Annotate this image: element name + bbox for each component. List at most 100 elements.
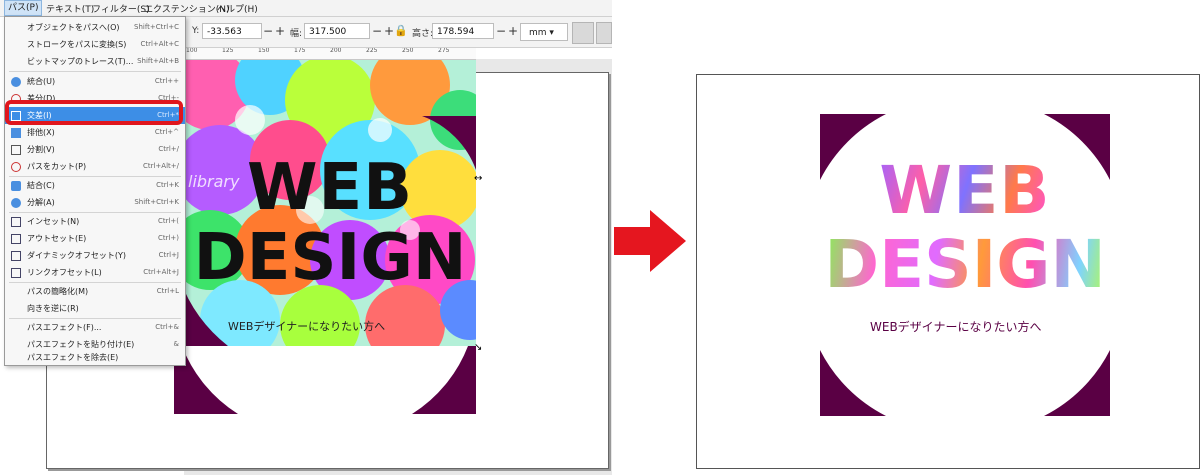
menu-item-shortcut: Shift+Alt+B — [137, 57, 179, 65]
menu-item-label: パスエフェクトを除去(E) — [27, 353, 119, 362]
exclusion-icon — [11, 128, 21, 138]
unit-select[interactable]: mm ▾ — [520, 23, 568, 41]
menu-item-shortcut: Ctrl+Alt+C — [140, 40, 179, 48]
unit-value: mm — [529, 28, 547, 38]
menu-item-label: 結合(C) — [27, 181, 55, 190]
division-icon — [11, 145, 21, 155]
menu-item-shortcut: Ctrl+K — [156, 181, 179, 189]
menu-item-label: ビットマップのトレース(T)... — [27, 57, 134, 66]
highlight-box-intersection — [5, 100, 183, 125]
design-bottom-corners — [174, 346, 476, 414]
outset-icon — [11, 234, 21, 244]
design-title-line2: DESIGN — [193, 221, 467, 295]
ruler-tick: 100 — [186, 47, 198, 54]
y-decrement-button[interactable]: − — [262, 23, 274, 39]
y-increment-button[interactable]: + — [274, 23, 286, 39]
ruler-tick: 225 — [366, 47, 378, 54]
tool-controls-bar: Y: -33.563 − + 幅: 317.500 − + 🔒 高さ: 178.… — [184, 17, 612, 48]
selection-handle-corner[interactable]: ↘ — [474, 342, 482, 353]
menu-item-trace-bitmap[interactable]: ビットマップのトレース(T)... Shift+Alt+B — [5, 53, 185, 70]
menu-item-simplify[interactable]: パスの簡略化(M) Ctrl+L — [5, 283, 185, 300]
ruler-tick: 275 — [438, 47, 450, 54]
menu-item-outset[interactable]: アウトセット(E) Ctrl+) — [5, 230, 185, 247]
menu-filters[interactable]: フィルター(S) — [92, 2, 150, 15]
menu-item-shortcut: Ctrl+( — [157, 217, 179, 225]
menu-item-label: 統合(U) — [27, 77, 56, 86]
menu-item-division[interactable]: 分割(V) Ctrl+/ — [5, 141, 185, 158]
menu-help[interactable]: ヘルプ(H) — [217, 2, 258, 15]
menu-item-shortcut: Ctrl+/ — [158, 145, 179, 153]
result-title-line2: DESIGN — [820, 232, 1110, 298]
transform-option-icon-2[interactable] — [596, 22, 612, 44]
menu-item-shortcut: Shift+Ctrl+C — [134, 23, 179, 31]
menu-item-label: 排他(X) — [27, 128, 55, 137]
menu-item-label: インセット(N) — [27, 217, 80, 226]
selection-handle-right[interactable]: ↔ — [474, 173, 482, 184]
menu-item-shortcut: Ctrl+J — [158, 251, 179, 259]
design-title-line1: WEB — [246, 151, 414, 225]
inset-icon — [11, 217, 21, 227]
menu-item-shortcut: Ctrl+L — [156, 287, 179, 295]
horizontal-ruler: 100 125 150 175 200 225 250 275 — [184, 47, 476, 60]
width-input[interactable]: 317.500 — [304, 23, 370, 39]
menu-item-shortcut: Ctrl+^ — [154, 128, 179, 136]
height-label: 高さ: — [412, 29, 434, 39]
menu-item-shortcut: Ctrl+) — [157, 234, 179, 242]
result-title-line1: WEB — [820, 158, 1110, 224]
menu-item-label: ストロークをパスに変換(S) — [27, 40, 127, 49]
menu-item-linked-offset[interactable]: リンクオフセット(L) Ctrl+Alt+J — [5, 264, 185, 281]
menu-item-label: オブジェクトをパスへ(O) — [27, 23, 120, 32]
combine-icon — [11, 181, 21, 191]
menu-item-break-apart[interactable]: 分解(A) Shift+Ctrl+K — [5, 194, 185, 211]
height-input[interactable]: 178.594 — [432, 23, 494, 39]
ruler-tick: 125 — [222, 47, 234, 54]
menu-item-shortcut: Ctrl++ — [154, 77, 179, 85]
y-label: Y: — [192, 26, 200, 36]
menu-item-label: アウトセット(E) — [27, 234, 87, 243]
menu-item-path-effects[interactable]: パスエフェクト(F)... Ctrl+& — [5, 319, 185, 336]
menu-item-union[interactable]: 統合(U) Ctrl++ — [5, 73, 185, 90]
linked-offset-icon — [11, 268, 21, 278]
cut-path-icon — [11, 162, 21, 172]
menu-item-inset[interactable]: インセット(N) Ctrl+( — [5, 213, 185, 230]
menu-item-label: パスエフェクト(F)... — [27, 323, 102, 332]
menu-item-label: 分解(A) — [27, 198, 55, 207]
result-subtitle: WEBデザイナーになりたい方へ — [870, 320, 1042, 334]
height-decrement-button[interactable]: − — [495, 23, 507, 39]
menu-item-shortcut: Ctrl+Alt+J — [143, 268, 179, 276]
menu-item-shortcut: Ctrl+& — [155, 323, 179, 331]
menu-item-shortcut: Shift+Ctrl+K — [134, 198, 179, 206]
width-decrement-button[interactable]: − — [371, 23, 383, 39]
menu-item-reverse[interactable]: 向きを逆に(R) — [5, 300, 185, 317]
menu-item-cut-path[interactable]: パスをカット(P) Ctrl+Alt+/ — [5, 158, 185, 175]
arrow-right-icon — [614, 210, 686, 272]
lock-icon[interactable]: 🔒 — [394, 24, 408, 40]
menu-item-label: パスの簡略化(M) — [27, 287, 89, 296]
design-subtitle: WEBデザイナーになりたい方へ — [228, 320, 386, 333]
union-icon — [11, 77, 21, 87]
width-label: 幅: — [290, 29, 303, 39]
transform-option-icon[interactable] — [572, 22, 594, 44]
ruler-tick: 150 — [258, 47, 270, 54]
menu-path[interactable]: パス(P) — [4, 0, 43, 16]
menu-separator — [9, 71, 181, 72]
menu-item-exclusion[interactable]: 排他(X) Ctrl+^ — [5, 124, 185, 141]
ruler-tick: 200 — [330, 47, 342, 54]
menu-item-combine[interactable]: 結合(C) Ctrl+K — [5, 177, 185, 194]
menu-item-object-to-path[interactable]: オブジェクトをパスへ(O) Shift+Ctrl+C — [5, 19, 185, 36]
y-input[interactable]: -33.563 — [202, 23, 262, 39]
ruler-tick: 175 — [294, 47, 306, 54]
menu-item-label: パスをカット(P) — [27, 162, 87, 171]
menu-item-dynamic-offset[interactable]: ダイナミックオフセット(Y) Ctrl+J — [5, 247, 185, 264]
dynamic-offset-icon — [11, 251, 21, 261]
ruler-tick: 250 — [402, 47, 414, 54]
menu-item-label: 向きを逆に(R) — [27, 304, 79, 313]
break-apart-icon — [11, 198, 21, 208]
menu-item-remove-path-effect[interactable]: パスエフェクトを除去(E) — [5, 351, 185, 365]
path-menu-dropdown: オブジェクトをパスへ(O) Shift+Ctrl+C ストロークをパスに変換(S)… — [4, 16, 186, 366]
menu-item-stroke-to-path[interactable]: ストロークをパスに変換(S) Ctrl+Alt+C — [5, 36, 185, 53]
height-increment-button[interactable]: + — [507, 23, 519, 39]
menubar: パス(P) テキスト(T) フィルター(S) エクステンション(N) ヘルプ(H… — [0, 0, 612, 17]
menu-text[interactable]: テキスト(T) — [46, 2, 94, 15]
menu-item-label: ダイナミックオフセット(Y) — [27, 251, 126, 260]
